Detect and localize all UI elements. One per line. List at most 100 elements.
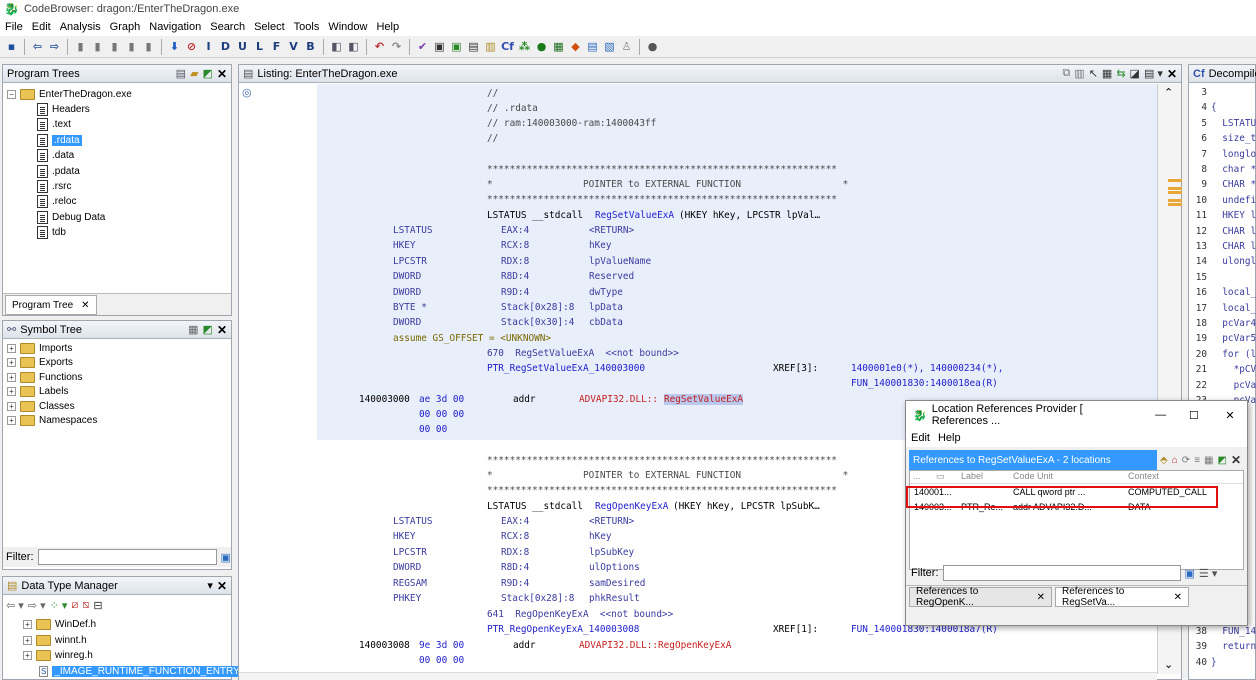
refs-filter-input[interactable] [942, 565, 1181, 581]
expand-icon[interactable]: + [23, 620, 32, 629]
close-icon[interactable]: ✕ [1167, 67, 1177, 81]
tool-icon-5[interactable]: ▦ [551, 39, 566, 54]
symbol-classes[interactable]: + Classes [7, 399, 75, 414]
operand-selected[interactable]: RegSetValueExA [664, 394, 744, 405]
copy-icon[interactable]: ⧉ [1062, 67, 1070, 80]
forward-arrow-icon[interactable]: ⇨ ▾ [28, 599, 46, 612]
menu-graph[interactable]: Graph [110, 21, 141, 33]
menu-file[interactable]: File [5, 21, 23, 33]
symbol-exports[interactable]: + Exports [7, 355, 73, 370]
menu-edit[interactable]: Edit [911, 432, 930, 444]
symbol-imports[interactable]: + Imports [7, 341, 72, 356]
menu-navigation[interactable]: Navigation [149, 21, 201, 33]
filter-options-icon[interactable]: ▣ [1185, 567, 1195, 580]
cursor-icon[interactable]: ↖ [1089, 67, 1098, 80]
col-label[interactable]: Label [961, 471, 1013, 483]
expand-icon[interactable]: + [7, 358, 16, 368]
expand-icon[interactable]: + [7, 401, 16, 411]
filter-icon[interactable]: ⧄ [71, 599, 78, 612]
menu-help[interactable]: Help [376, 21, 399, 33]
tool-icon-2[interactable]: ▣ [449, 39, 464, 54]
tool-icon-1[interactable]: ▣ [432, 39, 447, 54]
toolbar-f-button[interactable]: F [269, 39, 284, 54]
tree-tool-icon[interactable]: ▤ [176, 67, 186, 80]
close-tab-icon[interactable]: ✕ [1174, 592, 1182, 603]
close-icon[interactable]: ✕ [1213, 409, 1247, 422]
script-icon-2[interactable]: ◧ [346, 39, 361, 54]
tree-item-debugdata[interactable]: Debug Data [37, 210, 105, 225]
scroll-up-icon[interactable]: ⌃ [1164, 86, 1173, 99]
paste-icon[interactable]: ▥ [1074, 67, 1084, 80]
back-arrow-icon[interactable]: ⇦ [30, 39, 45, 54]
script-icon-1[interactable]: ◧ [329, 39, 344, 54]
symbol-labels[interactable]: + Labels [7, 384, 68, 399]
col-location[interactable]: ... [910, 471, 936, 483]
menu-edit[interactable]: Edit [32, 21, 51, 33]
tree-item-data[interactable]: .data [37, 148, 74, 163]
close-tab-icon[interactable]: ✕ [1037, 592, 1045, 603]
tool-icon-7[interactable]: ▧ [602, 39, 617, 54]
dtm-item[interactable]: + winreg.h [23, 648, 93, 663]
toolbar-d-button[interactable]: D [218, 39, 233, 54]
function-icon[interactable]: Cf [500, 39, 515, 54]
tool-icon-4[interactable]: ▥ [483, 39, 498, 54]
tool-icon-3[interactable]: ▤ [466, 39, 481, 54]
field-icon[interactable]: ▦ [1102, 67, 1112, 80]
play-icon[interactable]: ● [534, 39, 549, 54]
menu-select[interactable]: Select [254, 21, 285, 33]
toolbar-b-button[interactable]: B [303, 39, 318, 54]
tool-icon-8[interactable]: ♙ [619, 39, 634, 54]
back-arrow-icon[interactable]: ⇦ ▾ [6, 599, 24, 612]
symbol-namespaces[interactable]: + Namespaces [7, 413, 97, 428]
symbol-filter-input[interactable] [37, 549, 217, 565]
symbol-tool-icon[interactable]: ▦ [188, 323, 198, 336]
undo-icon[interactable]: ↶ [372, 39, 387, 54]
filter2-icon[interactable]: ⧅ [82, 599, 89, 612]
pointer-label[interactable]: PTR_RegSetValueExA_140003000 [487, 363, 645, 374]
home-icon[interactable]: ⌂ [1172, 455, 1178, 466]
tree-item-tdb[interactable]: tdb [37, 225, 66, 240]
dtm-item[interactable]: S _IMAGE_RUNTIME_FUNCTION_ENTRY [39, 664, 242, 679]
expand-icon[interactable]: + [7, 372, 16, 382]
tree-root[interactable]: − EnterTheDragon.exe [7, 87, 132, 102]
diamond-icon[interactable]: ◆ [568, 39, 583, 54]
expand-icon[interactable]: + [7, 344, 16, 353]
close-icon[interactable]: ✕ [217, 323, 227, 337]
filter-options-icon[interactable]: ▣ [221, 551, 231, 564]
dtm-item[interactable]: + winnt.h [23, 633, 87, 648]
nav-icon-2[interactable]: ▮ [90, 39, 105, 54]
tree-item-reloc[interactable]: .reloc [37, 194, 76, 209]
check-icon[interactable]: ✔ [415, 39, 430, 54]
nav-icon-3[interactable]: ▮ [107, 39, 122, 54]
snapshot-icon[interactable]: ◩ [203, 67, 213, 80]
snapshot-icon[interactable]: ◩ [203, 323, 213, 336]
nav-icon-5[interactable]: ▮ [141, 39, 156, 54]
toolbar-v-button[interactable]: V [286, 39, 301, 54]
filter-settings-icon[interactable]: ☰ ▾ [1199, 567, 1217, 580]
diff-icon[interactable]: ⇆ [1116, 67, 1125, 80]
expand-icon[interactable]: + [7, 387, 16, 397]
expand-icon[interactable]: + [7, 416, 16, 425]
tree-item-rdata[interactable]: .rdata [37, 133, 82, 148]
function-name[interactable]: RegOpenKeyExA [595, 501, 668, 512]
function-name[interactable]: RegSetValueExA [595, 210, 674, 221]
tab-references-regsetvalue[interactable]: References to RegSetVa... ✕ [1055, 586, 1189, 608]
menu-analysis[interactable]: Analysis [60, 21, 101, 33]
layout-icon[interactable]: ▤ ▾ [1144, 67, 1163, 80]
snapshot-icon[interactable]: ◪ [1130, 67, 1140, 80]
table-icon[interactable]: ▦ [1204, 455, 1213, 466]
graph-icon[interactable]: ⁂ [517, 39, 532, 54]
menu-tools[interactable]: Tools [294, 21, 320, 33]
toolbar-l-button[interactable]: L [252, 39, 267, 54]
expand-icon[interactable]: + [23, 651, 32, 660]
col-code-unit[interactable]: Code Unit [1013, 471, 1128, 483]
collapse-icon[interactable]: − [7, 90, 16, 99]
toolbar-u-button[interactable]: U [235, 39, 250, 54]
tree-item-headers[interactable]: Headers [37, 102, 90, 117]
tab-references-regopenkey[interactable]: References to RegOpenK... ✕ [909, 586, 1052, 608]
minimize-icon[interactable]: — [1147, 409, 1175, 421]
tree-item-pdata[interactable]: .pdata [37, 164, 80, 179]
close-tab-icon[interactable]: ✕ [81, 300, 89, 311]
nav-icon-4[interactable]: ▮ [124, 39, 139, 54]
tag-icon[interactable]: ⬘ [1160, 455, 1168, 466]
